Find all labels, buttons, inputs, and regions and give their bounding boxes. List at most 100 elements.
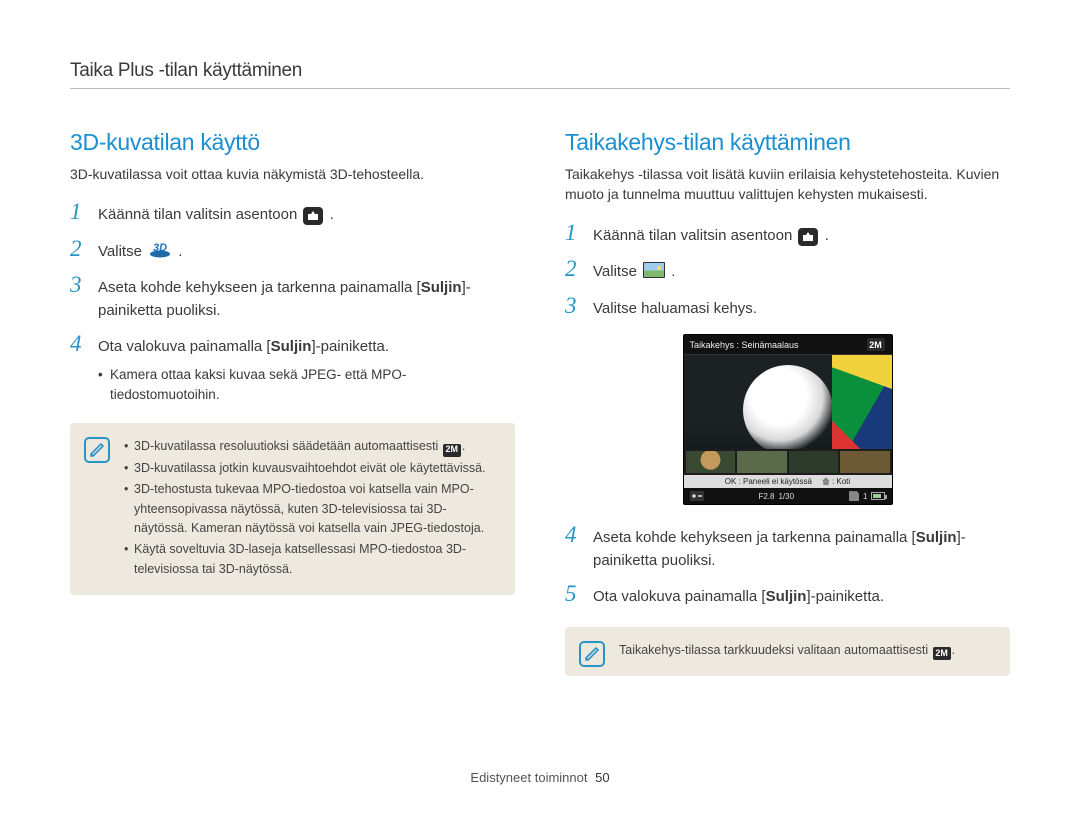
note-item: Käytä soveltuvia 3D-laseja katsellessasi… (124, 540, 499, 579)
right-steps-continued: 4 Aseta kohde kehykseen ja tarkenna pain… (565, 523, 1010, 609)
step-text: Aseta kohde kehykseen ja tarkenna painam… (593, 529, 916, 546)
step-2: 2 Valitse 3D . (70, 237, 515, 264)
thumbnail (789, 451, 839, 473)
lcd-preview (684, 355, 892, 475)
camera-lcd-screenshot: Taikakehys : Seinämaalaus 2M OK : Paneel… (683, 334, 893, 505)
step-text: Valitse (98, 243, 146, 260)
lcd-home-label: : Koti (832, 477, 850, 486)
lcd-home-hint: : Koti (822, 477, 850, 486)
lcd-frame-title: Taikakehys : Seinämaalaus (690, 340, 799, 350)
step-text-tail: ]-painiketta. (311, 338, 389, 355)
resolution-2m-icon: 2M (867, 338, 885, 351)
columns: 3D-kuvatilan käyttö 3D-kuvatilassa voit … (70, 129, 1010, 676)
right-heading: Taikakehys-tilan käyttäminen (565, 129, 1010, 156)
step-body: Ota valokuva painamalla [Suljin]-painike… (98, 336, 515, 405)
section-title: Taika Plus -tilan käyttäminen (70, 60, 1010, 89)
right-intro: Taikakehys -tilassa voit lisätä kuviin e… (565, 164, 1010, 205)
page: Taika Plus -tilan käyttäminen 3D-kuvatil… (0, 0, 1080, 716)
step-text-tail: . (671, 263, 675, 280)
note-text: 3D-kuvatilassa resoluutioksi säädetään a… (134, 439, 442, 453)
note-item: 3D-tehostusta tukevaa MPO-tiedostoa voi … (124, 480, 499, 538)
step-5: 5 Ota valokuva painamalla [Suljin]-paini… (565, 582, 1010, 609)
note-icon (579, 641, 605, 667)
step-number: 4 (565, 523, 583, 546)
note-box-right: Taikakehys-tilassa tarkkuudeksi valitaan… (565, 627, 1010, 676)
step-text: Käännä tilan valitsin asentoon (593, 227, 796, 244)
sub-bullet: Kamera ottaa kaksi kuvaa sekä JPEG- että… (98, 365, 515, 406)
step-text: Ota valokuva painamalla [ (98, 338, 271, 355)
note-text: Taikakehys-tilassa tarkkuudeksi valitaan… (619, 643, 932, 657)
step-number: 5 (565, 582, 583, 605)
thumbnail-strip (684, 449, 892, 475)
step-number: 3 (70, 273, 88, 296)
shutter-label: Suljin (916, 529, 957, 546)
step-number: 2 (565, 257, 583, 280)
note-box-left: 3D-kuvatilassa resoluutioksi säädetään a… (70, 423, 515, 595)
right-steps: 1 Käännä tilan valitsin asentoon . 2 Val… (565, 221, 1010, 321)
footer-label: Edistyneet toiminnot (470, 770, 587, 785)
thumbnail (840, 451, 890, 473)
step-4: 4 Ota valokuva painamalla [Suljin]-paini… (70, 332, 515, 405)
home-icon (822, 477, 830, 485)
lcd-ok-hint: OK : Paneeli ei käytössä (725, 477, 812, 486)
mode-dial-icon (798, 228, 818, 246)
step-body: Aseta kohde kehykseen ja tarkenna painam… (593, 527, 1010, 572)
step-number: 3 (565, 294, 583, 317)
page-footer: Edistyneet toiminnot 50 (0, 770, 1080, 785)
note-item: 3D-kuvatilassa jotkin kuvausvaihtoehdot … (124, 459, 499, 478)
3d-icon: 3D (148, 240, 172, 260)
step-1: 1 Käännä tilan valitsin asentoon . (70, 200, 515, 227)
step-text: Ota valokuva painamalla [ (593, 588, 766, 605)
shutter-speed-value: 1/30 (778, 492, 794, 501)
moon-graphic (743, 365, 833, 455)
step-body: Ota valokuva painamalla [Suljin]-painike… (593, 586, 1010, 609)
note-item: 3D-kuvatilassa resoluutioksi säädetään a… (124, 437, 499, 456)
shutter-label: Suljin (271, 338, 312, 355)
shutter-label: Suljin (766, 588, 807, 605)
note-icon (84, 437, 110, 463)
step-1: 1 Käännä tilan valitsin asentoon . (565, 221, 1010, 248)
step-text: Käännä tilan valitsin asentoon (98, 206, 301, 223)
sd-card-icon (849, 491, 859, 501)
graffiti-graphic (832, 355, 892, 455)
step-number: 2 (70, 237, 88, 260)
right-column: Taikakehys-tilan käyttäminen Taikakehys … (565, 129, 1010, 676)
step-text-tail: . (825, 227, 829, 244)
sub-bullets: Kamera ottaa kaksi kuvaa sekä JPEG- että… (98, 365, 515, 406)
step-text-tail: . (178, 243, 182, 260)
step-number: 1 (565, 221, 583, 244)
step-body: Valitse . (593, 261, 1010, 284)
step-number: 1 (70, 200, 88, 223)
step-3: 3 Valitse haluamasi kehys. (565, 294, 1010, 321)
left-intro: 3D-kuvatilassa voit ottaa kuvia näkymist… (70, 164, 515, 184)
page-number: 50 (595, 770, 609, 785)
note-item: Taikakehys-tilassa tarkkuudeksi valitaan… (619, 641, 994, 660)
step-body: Käännä tilan valitsin asentoon . (98, 204, 515, 227)
thumbnail (686, 451, 736, 473)
step-3: 3 Aseta kohde kehykseen ja tarkenna pain… (70, 273, 515, 322)
mode-dial-icon (303, 207, 323, 225)
left-heading: 3D-kuvatilan käyttö (70, 129, 515, 156)
note-text-tail: . (462, 439, 465, 453)
shots-remaining: 1 (863, 492, 867, 501)
step-4: 4 Aseta kohde kehykseen ja tarkenna pain… (565, 523, 1010, 572)
step-2: 2 Valitse . (565, 257, 1010, 284)
battery-icon (871, 492, 885, 500)
step-body: Aseta kohde kehykseen ja tarkenna painam… (98, 277, 515, 322)
aperture-value: F2.8 (758, 492, 774, 501)
thumbnail (737, 451, 787, 473)
svg-text:3D: 3D (153, 242, 167, 254)
note-text-tail: . (952, 643, 955, 657)
lcd-hint-bar: OK : Paneeli ei käytössä : Koti (684, 475, 892, 488)
left-steps: 1 Käännä tilan valitsin asentoon . 2 Val… (70, 200, 515, 405)
lcd-exposure-bar: F2.8 1/30 1 (684, 488, 892, 504)
shutter-label: Suljin (421, 279, 462, 296)
resolution-2m-icon: 2M (443, 444, 461, 457)
resolution-2m-icon: 2M (933, 647, 951, 660)
step-body: Käännä tilan valitsin asentoon . (593, 225, 1010, 248)
step-body: Valitse 3D . (98, 240, 515, 264)
step-text: Aseta kohde kehykseen ja tarkenna painam… (98, 279, 421, 296)
lcd-top-bar: Taikakehys : Seinämaalaus 2M (684, 335, 892, 355)
exposure-comp-icon (690, 491, 704, 501)
left-column: 3D-kuvatilan käyttö 3D-kuvatilassa voit … (70, 129, 515, 676)
